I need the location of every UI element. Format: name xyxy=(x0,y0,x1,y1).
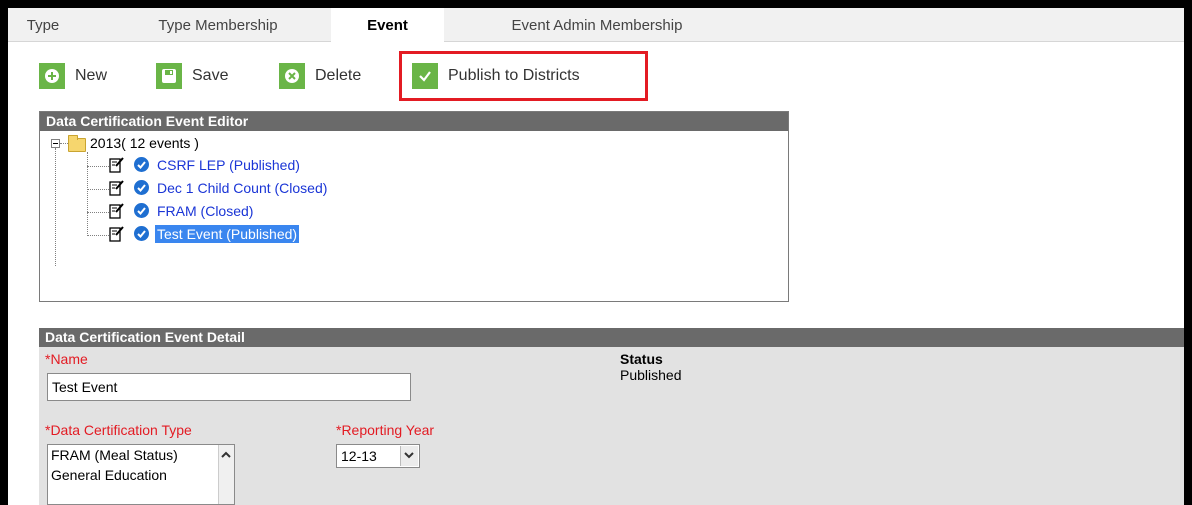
new-button-label: New xyxy=(75,67,108,84)
tab-type[interactable]: Type xyxy=(18,8,68,41)
tree-connector xyxy=(87,212,109,213)
name-field[interactable]: Test Event xyxy=(47,373,411,401)
tree-connector xyxy=(60,143,68,144)
list-option[interactable]: FRAM (Meal Status) xyxy=(48,445,234,465)
delete-button[interactable]: Delete xyxy=(279,63,361,89)
chevron-down-icon xyxy=(404,452,414,459)
event-editor-title: Data Certification Event Editor xyxy=(40,112,788,131)
event-editor-panel: Data Certification Event Editor 2013( 12… xyxy=(39,111,789,302)
tab-event[interactable]: Event xyxy=(331,8,444,42)
tab-bar: Type Type Membership Event Event Admin M… xyxy=(8,8,1184,42)
data-certification-type-list[interactable]: FRAM (Meal Status) General Education xyxy=(47,444,235,505)
status-label: Status xyxy=(620,351,663,367)
tree-connector xyxy=(55,148,56,266)
reporting-year-label: *Reporting Year xyxy=(336,422,435,438)
save-button-label: Save xyxy=(192,67,229,84)
new-button[interactable]: New xyxy=(39,63,107,89)
event-detail-panel: *Name Test Event Status Published *Data … xyxy=(39,347,1184,505)
tree-connector xyxy=(87,152,88,236)
delete-button-label: Delete xyxy=(315,67,362,84)
tree-connector xyxy=(87,235,109,236)
list-scrollbar[interactable] xyxy=(218,445,234,504)
status-value: Published xyxy=(620,367,682,383)
check-circle-icon xyxy=(134,226,149,241)
app-frame: Type Type Membership Event Event Admin M… xyxy=(8,8,1184,505)
list-option[interactable]: General Education xyxy=(48,465,234,485)
edit-note-icon xyxy=(109,226,124,242)
publish-button-label: Publish to Districts xyxy=(448,67,580,84)
tree-item-event-selected[interactable]: Test Event (Published) xyxy=(155,225,300,243)
tree-item-event[interactable]: Dec 1 Child Count (Closed) xyxy=(157,179,327,197)
tree-item-event[interactable]: CSRF LEP (Published) xyxy=(157,156,300,174)
plus-icon xyxy=(39,63,65,89)
check-circle-icon xyxy=(134,180,149,195)
data-certification-type-label: *Data Certification Type xyxy=(45,422,192,438)
dropdown-arrow[interactable] xyxy=(400,446,418,466)
folder-icon xyxy=(68,135,86,152)
chevron-up-icon[interactable] xyxy=(219,449,233,461)
publish-to-districts-button[interactable]: Publish to Districts xyxy=(412,63,580,89)
event-tree: 2013( 12 events ) CSRF LEP (Published) D… xyxy=(40,132,788,301)
check-circle-icon xyxy=(134,203,149,218)
tree-node-year[interactable]: 2013( 12 events ) xyxy=(90,134,199,152)
save-icon xyxy=(156,63,182,89)
name-label: *Name xyxy=(45,351,88,367)
edit-note-icon xyxy=(109,157,124,173)
edit-note-icon xyxy=(109,180,124,196)
tree-connector xyxy=(87,166,109,167)
checkmark-icon xyxy=(412,63,438,89)
collapse-toggle-icon[interactable] xyxy=(51,139,60,148)
event-detail-title: Data Certification Event Detail xyxy=(39,328,1184,347)
tab-type-membership[interactable]: Type Membership xyxy=(136,8,300,41)
check-circle-icon xyxy=(134,157,149,172)
delete-icon xyxy=(279,63,305,89)
reporting-year-select[interactable]: 12-13 xyxy=(336,444,420,468)
edit-note-icon xyxy=(109,203,124,219)
save-button[interactable]: Save xyxy=(156,63,228,89)
tab-event-admin-membership[interactable]: Event Admin Membership xyxy=(471,8,723,41)
reporting-year-value: 12-13 xyxy=(341,448,377,464)
tree-connector xyxy=(87,189,109,190)
tree-item-event[interactable]: FRAM (Closed) xyxy=(157,202,253,220)
